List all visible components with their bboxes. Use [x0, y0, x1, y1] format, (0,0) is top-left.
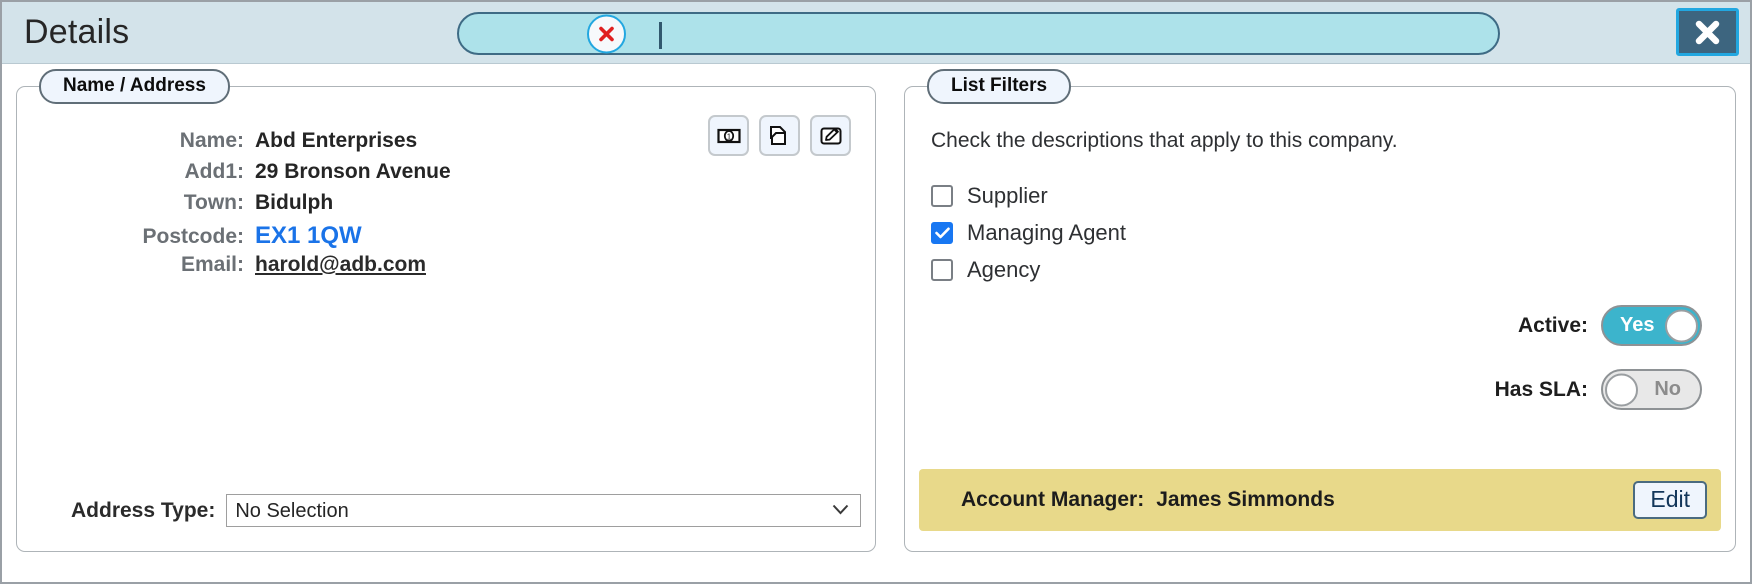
checkbox-row-supplier[interactable]: Supplier	[931, 177, 1126, 214]
search-bar[interactable]	[457, 12, 1500, 55]
list-filters-panel: List Filters Check the descriptions that…	[904, 69, 1736, 552]
field-row-email: Email: harold@adb.com	[17, 253, 537, 284]
field-row-town: Town: Bidulph	[17, 191, 537, 222]
content-area: Name / Address 1 Name: Abd Enterprises A…	[2, 64, 1750, 582]
clear-x-icon[interactable]	[587, 14, 626, 53]
account-manager-bar: Account Manager: James Simmonds Edit	[919, 469, 1721, 531]
checkbox-label-managing-agent: Managing Agent	[967, 219, 1127, 245]
checkbox-label-supplier: Supplier	[967, 182, 1048, 208]
has-sla-toggle-state: No	[1654, 378, 1681, 400]
close-window-button[interactable]	[1676, 8, 1739, 56]
field-row-name: Name: Abd Enterprises	[17, 129, 537, 160]
checkbox-supplier[interactable]	[931, 184, 953, 207]
field-value-town: Bidulph	[255, 191, 334, 214]
filter-checkbox-list: Supplier Managing Agent Agency	[931, 177, 1126, 288]
list-filters-legend: List Filters	[927, 69, 1072, 104]
address-type-select[interactable]: No Selection	[226, 494, 861, 527]
checkbox-label-agency: Agency	[967, 256, 1041, 282]
address-type-select-wrap: No Selection	[226, 494, 861, 527]
field-label: Add1:	[184, 160, 245, 183]
account-manager-value: James Simmonds	[1156, 488, 1335, 511]
has-sla-toggle-label: Has SLA:	[1494, 377, 1588, 401]
field-row-postcode: Postcode: EX1 1QW	[17, 222, 537, 253]
checkbox-row-agency[interactable]: Agency	[931, 251, 1126, 288]
active-toggle-knob	[1665, 309, 1698, 342]
record-action-buttons: 1	[708, 115, 851, 156]
field-row-add1: Add1: 29 Bronson Avenue	[17, 160, 537, 191]
field-value-add1: 29 Bronson Avenue	[255, 160, 451, 183]
active-toggle-state: Yes	[1620, 314, 1655, 336]
field-value-email[interactable]: harold@adb.com	[255, 253, 426, 277]
field-value-name: Abd Enterprises	[255, 129, 418, 152]
page-title: Details	[24, 13, 130, 51]
text-cursor	[659, 22, 662, 49]
list-filters-hint: Check the descriptions that apply to thi…	[931, 129, 1398, 152]
address-fields: Name: Abd Enterprises Add1: 29 Bronson A…	[17, 129, 537, 284]
name-address-panel: Name / Address 1 Name: Abd Enterprises A…	[16, 69, 876, 552]
checkbox-row-managing-agent[interactable]: Managing Agent	[931, 214, 1126, 251]
copy-icon[interactable]	[759, 115, 800, 156]
checkbox-managing-agent[interactable]	[931, 221, 953, 244]
field-label: Name:	[179, 129, 244, 152]
field-label: Email:	[180, 253, 244, 276]
has-sla-toggle[interactable]: No	[1601, 369, 1702, 410]
has-sla-toggle-row: Has SLA: No	[1495, 369, 1702, 410]
details-window: Details Name / Address 1 Name: Abd Enter…	[0, 0, 1752, 584]
field-label: Postcode:	[142, 225, 244, 248]
edit-pencil-icon[interactable]	[810, 115, 851, 156]
search-input[interactable]	[669, 16, 1488, 55]
window-header: Details	[2, 2, 1750, 64]
active-toggle-row: Active: Yes	[1518, 305, 1702, 346]
address-type-row: Address Type: No Selection	[71, 494, 861, 527]
active-toggle[interactable]: Yes	[1601, 305, 1702, 346]
edit-account-manager-button[interactable]: Edit	[1633, 480, 1707, 520]
svg-text:1: 1	[726, 132, 731, 141]
has-sla-toggle-knob	[1605, 373, 1638, 406]
account-manager-label: Account Manager:	[961, 488, 1145, 511]
active-toggle-label: Active:	[1517, 313, 1588, 337]
field-value-postcode[interactable]: EX1 1QW	[255, 222, 362, 250]
name-address-legend: Name / Address	[39, 69, 230, 104]
checkbox-agency[interactable]	[931, 258, 953, 281]
address-type-label: Address Type:	[71, 498, 216, 522]
banknote-icon[interactable]: 1	[708, 115, 749, 156]
field-label: Town:	[183, 191, 244, 214]
